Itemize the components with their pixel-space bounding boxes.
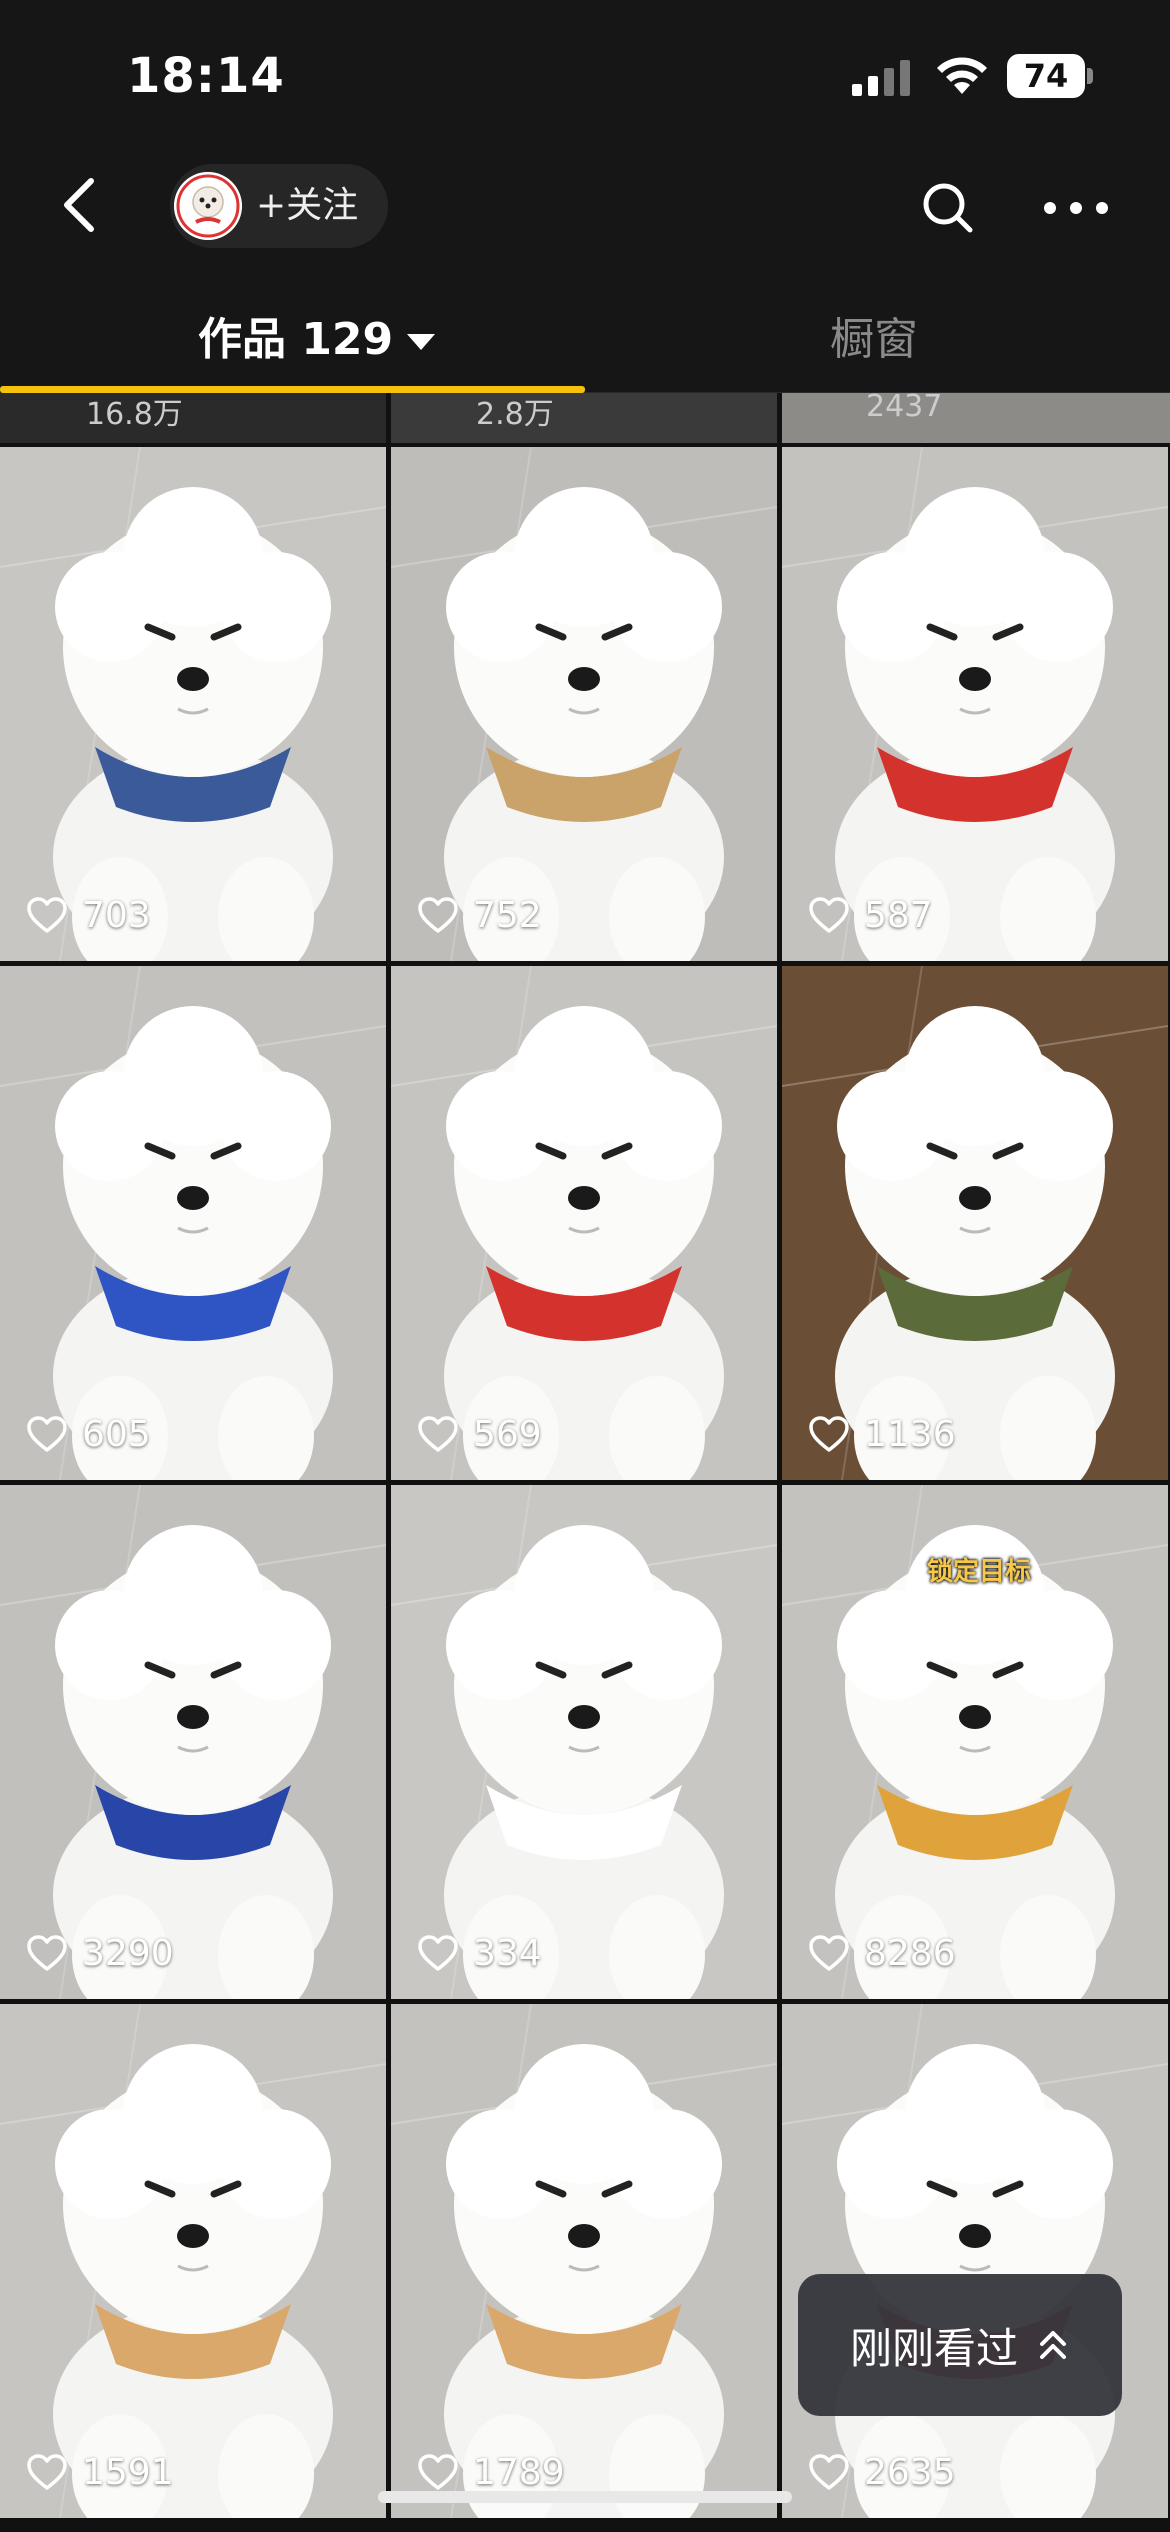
top-nav: +关注: [0, 150, 1170, 265]
works-grid: 16.8万 2.8万 2437 703 752 587 605 569 1136 3290 3…: [0, 393, 1170, 2532]
like-count-value: 1136: [864, 1413, 956, 1455]
like-count-value: 8286: [864, 1932, 956, 1974]
profile-tabs: 作品 129 橱窗: [0, 265, 1170, 393]
tab-works[interactable]: 作品 129: [198, 303, 436, 367]
signal-icon: [852, 60, 910, 96]
top-row-like-3: 2437: [866, 393, 943, 424]
video-thumbnail[interactable]: 2635: [782, 2004, 1168, 2518]
heart-icon: [809, 1935, 849, 1971]
video-thumbnail[interactable]: 569: [391, 966, 777, 1480]
top-row-like-1: 16.8万: [86, 397, 183, 432]
search-icon[interactable]: [918, 178, 978, 238]
like-count-value: 334: [473, 1932, 542, 1974]
heart-icon: [418, 897, 458, 933]
dog-thumbnail-image: [391, 447, 777, 961]
dog-thumbnail-image: [782, 2004, 1168, 2518]
heart-icon: [418, 2454, 458, 2490]
like-count: 569: [417, 1410, 542, 1458]
heart-icon: [809, 2454, 849, 2490]
caret-down-icon[interactable]: [407, 334, 436, 350]
chevron-left-icon[interactable]: [55, 175, 105, 235]
heart-icon: [27, 1935, 67, 1971]
dog-thumbnail-image: [0, 447, 386, 961]
recently-viewed-label: 刚刚看过: [849, 2323, 1018, 2373]
heart-icon: [27, 1416, 67, 1452]
like-count-value: 1591: [82, 2451, 174, 2493]
heart-icon: [418, 1416, 458, 1452]
video-thumbnail[interactable]: 1789: [391, 2004, 777, 2518]
heart-icon: [809, 1416, 849, 1452]
like-count: 587: [808, 891, 933, 939]
tab-indicator: [0, 386, 585, 393]
like-count: 334: [417, 1929, 542, 1977]
like-count: 752: [417, 891, 542, 939]
dog-thumbnail-image: [0, 1485, 386, 1999]
video-thumbnail[interactable]: 1136: [782, 966, 1168, 1480]
like-count: 3290: [26, 1929, 174, 1977]
like-count: 1591: [26, 2448, 174, 2496]
like-count-value: 703: [82, 894, 151, 936]
video-thumbnail[interactable]: 752: [391, 447, 777, 961]
like-count-value: 3290: [82, 1932, 174, 1974]
video-thumbnail[interactable]: 703: [0, 447, 386, 961]
like-count-value: 1789: [473, 2451, 565, 2493]
heart-icon: [27, 897, 67, 933]
dog-thumbnail-image: [782, 966, 1168, 1480]
video-thumbnail[interactable]: 锁定目标 8286: [782, 1485, 1168, 1999]
top-row-like-2: 2.8万: [476, 397, 554, 432]
heart-icon: [418, 1935, 458, 1971]
dog-thumbnail-image: [391, 1485, 777, 1999]
status-bar: 18:14 74: [0, 0, 1170, 150]
video-caption: 锁定目标: [927, 1557, 1032, 1587]
like-count: 605: [26, 1410, 151, 1458]
more-icon[interactable]: [1040, 178, 1112, 238]
status-time: 18:14: [127, 48, 285, 104]
video-thumbnail[interactable]: 1591: [0, 2004, 386, 2518]
dog-thumbnail-image: [0, 966, 386, 1480]
like-count-value: 587: [864, 894, 933, 936]
video-thumbnail[interactable]: 334: [391, 1485, 777, 1999]
like-count: 1136: [808, 1410, 956, 1458]
like-count-value: 752: [473, 894, 542, 936]
like-count: 1789: [417, 2448, 565, 2496]
home-indicator: [378, 2491, 792, 2503]
battery-level: 74: [1007, 54, 1085, 98]
follow-button[interactable]: +关注: [256, 164, 358, 248]
tab-shop[interactable]: 橱窗: [830, 303, 918, 367]
avatar[interactable]: [174, 172, 242, 240]
chevrons-up-icon: [1040, 2331, 1066, 2359]
heart-icon: [809, 897, 849, 933]
like-count: 703: [26, 891, 151, 939]
dog-thumbnail-image: [0, 2004, 386, 2518]
like-count-value: 569: [473, 1413, 542, 1455]
like-count: 8286: [808, 1929, 956, 1977]
dog-thumbnail-image: [782, 447, 1168, 961]
like-count: 2635: [808, 2448, 956, 2496]
heart-icon: [27, 2454, 67, 2490]
dog-thumbnail-image: [391, 2004, 777, 2518]
video-thumbnail[interactable]: 3290: [0, 1485, 386, 1999]
tab-works-label: 作品 129: [198, 314, 394, 365]
video-thumbnail[interactable]: 587: [782, 447, 1168, 961]
battery-icon: 74: [1007, 54, 1093, 98]
wifi-icon: [937, 57, 987, 94]
dog-thumbnail-image: [391, 966, 777, 1480]
follow-pill[interactable]: +关注: [170, 164, 388, 248]
recently-viewed-button[interactable]: 刚刚看过: [798, 2274, 1122, 2416]
like-count-value: 605: [82, 1413, 151, 1455]
video-thumbnail[interactable]: 605: [0, 966, 386, 1480]
like-count-value: 2635: [864, 2451, 956, 2493]
